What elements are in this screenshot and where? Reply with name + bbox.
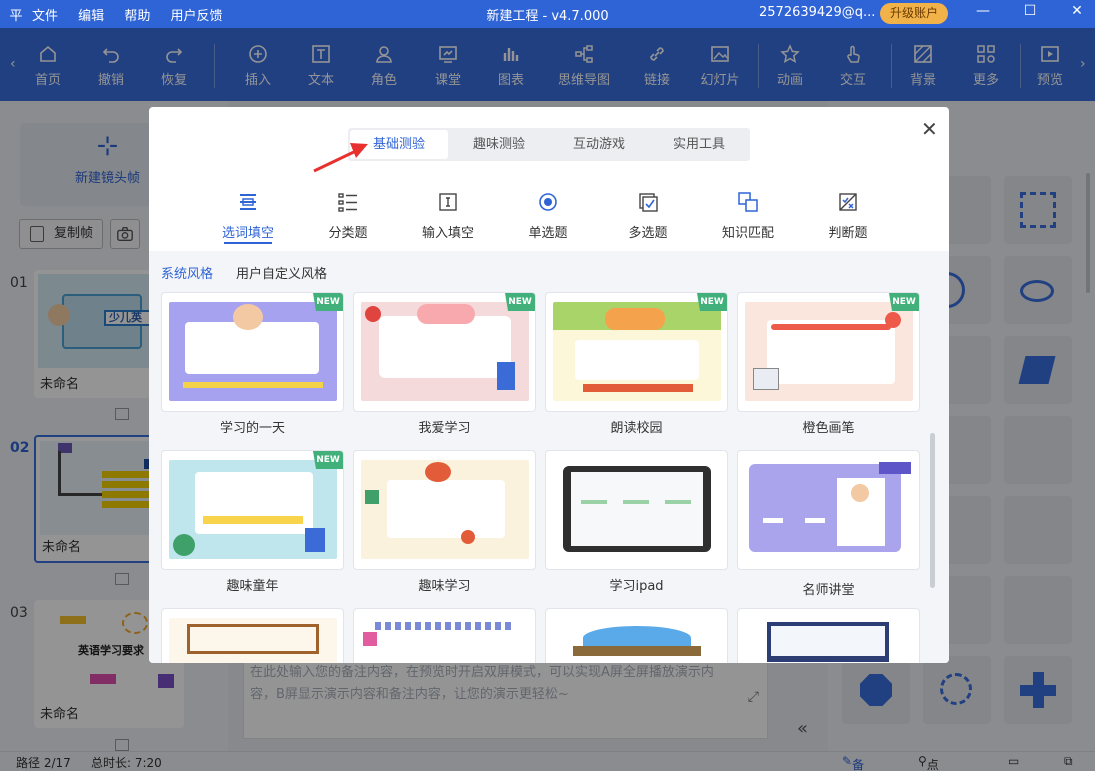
template-name: 趣味学习	[418, 579, 471, 594]
new-badge: NEW	[697, 293, 727, 311]
template-thumbnail	[361, 302, 529, 401]
menu-bar: 文件 编辑 帮助 用户反馈	[32, 5, 238, 24]
list-icon	[338, 193, 357, 212]
template-thumbnail	[745, 460, 913, 559]
new-badge: NEW	[889, 293, 919, 311]
template-thumbnail	[169, 618, 337, 663]
close-window-icon[interactable]: ✕	[1062, 3, 1092, 19]
template-card[interactable]	[353, 608, 536, 663]
template-name: 趣味童年	[226, 579, 279, 594]
menu-file[interactable]: 文件	[32, 9, 58, 24]
account-name[interactable]: 2572639429@q...	[759, 5, 875, 20]
template-name: 我爱学习	[418, 421, 471, 436]
text-cursor-icon	[439, 193, 457, 211]
match-icon	[738, 192, 758, 212]
template-card[interactable]	[161, 608, 344, 663]
fill-blank-icon	[240, 194, 256, 210]
template-card[interactable]: NEW	[161, 450, 344, 570]
template-card[interactable]	[737, 608, 920, 663]
template-card[interactable]: NEW	[545, 292, 728, 412]
new-badge: NEW	[313, 451, 343, 469]
template-card[interactable]	[545, 450, 728, 570]
template-name: 学习的一天	[219, 421, 285, 436]
template-thumbnail	[553, 302, 721, 401]
app-logo-icon: 平	[9, 8, 23, 24]
template-scrollbar[interactable]	[930, 433, 935, 588]
new-badge: NEW	[505, 293, 535, 311]
maximize-icon[interactable]: ☐	[1015, 3, 1045, 19]
close-icon[interactable]: ✕	[921, 117, 938, 141]
template-name: 学习ipad	[609, 579, 664, 594]
template-card[interactable]	[353, 450, 536, 570]
tab-fun-quiz[interactable]: 趣味测验	[450, 130, 548, 159]
upgrade-button[interactable]: 升级账户	[880, 3, 949, 24]
title-bar: 平 文件 编辑 帮助 用户反馈 新建工程 - v4.7.000 25726394…	[0, 0, 1095, 28]
quiz-template-dialog: ✕ 基础测验 趣味测验 互动游戏 实用工具 选词填空 分类题 输入填空 单选题 …	[149, 107, 949, 663]
template-thumbnail	[553, 460, 721, 559]
template-thumbnail	[553, 618, 721, 663]
radio-icon	[539, 193, 557, 211]
template-name: 朗读校园	[610, 421, 663, 436]
template-card[interactable]	[737, 450, 920, 570]
template-grid: 系统风格 用户自定义风格 NEW 学习的一天 NEW 我爱学习 NEW 朗读校园…	[149, 251, 949, 663]
template-thumbnail	[361, 460, 529, 559]
template-card[interactable]: NEW	[353, 292, 536, 412]
checkbox-icon	[639, 193, 658, 212]
style-system[interactable]: 系统风格	[161, 263, 213, 282]
template-thumbnail	[745, 618, 913, 663]
template-thumbnail	[745, 302, 913, 401]
category-input-fill[interactable]: 输入填空	[398, 187, 498, 241]
question-type-bar: 选词填空 分类题 输入填空 单选题 多选题 知识匹配 判断题	[149, 187, 949, 249]
template-thumbnail	[169, 460, 337, 559]
menu-edit[interactable]: 编辑	[78, 9, 104, 24]
style-user-custom[interactable]: 用户自定义风格	[236, 263, 327, 282]
template-card[interactable]: NEW	[161, 292, 344, 412]
active-underline	[224, 242, 272, 244]
menu-feedback[interactable]: 用户反馈	[170, 9, 222, 24]
tab-interactive-game[interactable]: 互动游戏	[550, 130, 648, 159]
template-name: 橙色画笔	[802, 421, 855, 436]
tab-bar: 基础测验 趣味测验 互动游戏 实用工具	[348, 128, 750, 161]
category-classify[interactable]: 分类题	[298, 187, 398, 241]
template-card[interactable]	[545, 608, 728, 663]
minimize-icon[interactable]: —	[968, 3, 998, 19]
category-knowledge-match[interactable]: 知识匹配	[698, 187, 798, 241]
template-thumbnail	[169, 302, 337, 401]
judge-icon	[839, 193, 857, 211]
menu-help[interactable]: 帮助	[124, 9, 150, 24]
new-badge: NEW	[313, 293, 343, 311]
category-fill-select[interactable]: 选词填空	[198, 187, 298, 244]
tab-utility-tools[interactable]: 实用工具	[650, 130, 748, 159]
category-true-false[interactable]: 判断题	[798, 187, 898, 241]
template-thumbnail	[361, 618, 529, 663]
template-name: 名师讲堂	[802, 583, 855, 598]
category-multi-choice[interactable]: 多选题	[598, 187, 698, 241]
template-card[interactable]: NEW	[737, 292, 920, 412]
category-single-choice[interactable]: 单选题	[498, 187, 598, 241]
tab-basic-quiz[interactable]: 基础测验	[350, 130, 448, 159]
